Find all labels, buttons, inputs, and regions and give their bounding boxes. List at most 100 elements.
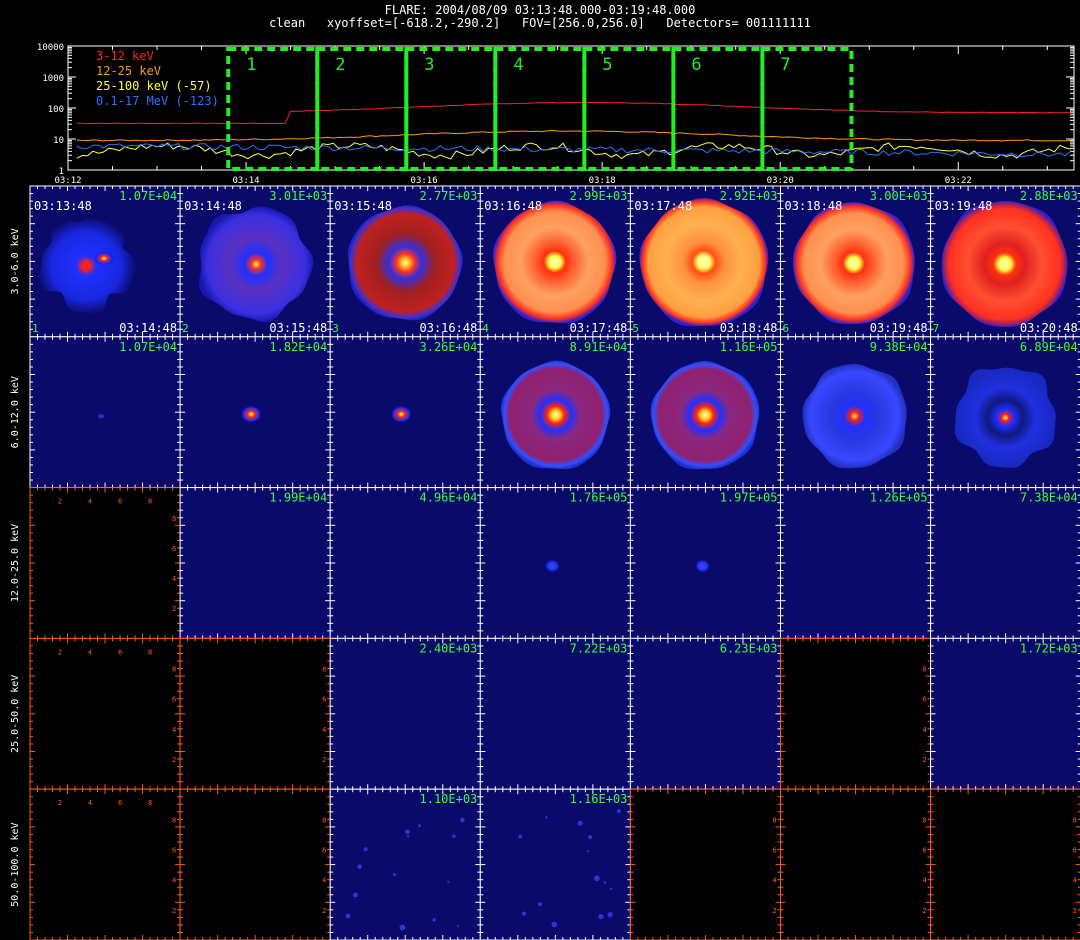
speckle — [363, 847, 368, 852]
speckle — [594, 875, 600, 882]
cell-max-value: 1.16E+03 — [570, 792, 628, 806]
y-tick-label: 10 — [53, 136, 64, 146]
cell-end-time: 03:20:48 — [1020, 321, 1078, 335]
cell-end-time: 03:17:48 — [570, 321, 628, 335]
legend-entry: 25-100 keV (-57) — [96, 79, 212, 93]
x-tick-label: 03:14 — [233, 176, 260, 186]
empty-axis-label: 2 — [172, 907, 176, 915]
speckle — [406, 834, 410, 838]
cell-max-value: 2.77E+03 — [420, 189, 478, 203]
empty-axis-label: 4 — [88, 648, 92, 656]
empty-axis-label: 6 — [172, 847, 176, 855]
speckle — [603, 881, 607, 884]
empty-axis-label: 8 — [148, 498, 152, 506]
empty-axis-label: 4 — [172, 575, 176, 583]
cell-background — [30, 336, 181, 488]
empty-axis-label: 8 — [772, 816, 776, 824]
speckle — [460, 817, 465, 823]
cell-max-value: 3.01E+03 — [269, 189, 327, 203]
x-tick-label: 03:12 — [54, 176, 81, 186]
image-cell: 6.23E+03 — [629, 637, 782, 790]
speckle — [551, 921, 558, 928]
cell-background — [30, 789, 181, 940]
empty-axis-label: 6 — [118, 799, 122, 807]
cell-max-value: 9.38E+04 — [870, 340, 928, 354]
light-curve-plot: 10000 1000 100 10 1 03:12 03:14 03:16 03:18 03:20… — [37, 43, 1075, 186]
image-cell: 2.88E+03 03:19:48 03:20:48 7 — [930, 185, 1080, 338]
image-cell: 1.07E+04 — [29, 336, 181, 489]
legend-entry: 0.1-17 MeV (-123) — [96, 94, 219, 108]
speckle — [405, 829, 410, 835]
empty-axis-label: 4 — [772, 877, 776, 885]
speckle — [522, 911, 526, 916]
cell-max-value: 1.07E+04 — [119, 189, 177, 203]
cell-background — [30, 638, 181, 790]
image-cell: 1.76E+05 — [479, 487, 631, 639]
image-cell: 1.97E+05 — [629, 487, 782, 639]
interval-label: 3 — [424, 55, 434, 75]
cell-background — [180, 638, 331, 790]
interval-label: 1 — [246, 55, 256, 75]
image-cell: 1.72E+03 — [930, 637, 1080, 790]
speckle — [609, 887, 613, 890]
image-cell: 3.26E+04 — [329, 336, 481, 489]
cell-background — [330, 487, 481, 639]
speckle — [538, 902, 542, 907]
image-cell: 2.77E+03 03:15:48 03:16:48 3 — [329, 185, 481, 338]
x-tick-label: 03:18 — [589, 176, 616, 186]
source-image — [390, 405, 413, 424]
cell-max-value: 2.88E+03 — [1020, 189, 1078, 203]
empty-axis-label: 6 — [118, 498, 122, 506]
image-cell: 8.91E+04 — [479, 336, 631, 489]
empty-axis-label: 6 — [922, 696, 926, 704]
speckle — [588, 835, 593, 840]
empty-axis-label: 6 — [322, 696, 326, 704]
cell-background — [630, 638, 781, 790]
cell-max-value: 1.07E+04 — [119, 340, 177, 354]
image-cell: 1.16E+05 — [629, 336, 782, 489]
image-cell: 2 4 6 8 — [179, 788, 331, 940]
empty-axis-label: 2 — [1073, 907, 1077, 915]
empty-axis-label: 8 — [1073, 816, 1077, 824]
empty-axis-label: 6 — [118, 648, 122, 656]
cell-max-value: 7.38E+04 — [1020, 491, 1078, 505]
image-cell: 1.82E+04 — [179, 336, 331, 489]
empty-axis-label: 8 — [922, 666, 926, 674]
image-cell: 7.38E+04 — [930, 487, 1080, 639]
cell-max-value: 1.72E+03 — [1020, 641, 1078, 655]
cell-max-value: 4.96E+04 — [420, 491, 478, 505]
image-cell: 2 4 6 8 — [629, 788, 782, 940]
legend-entry: 12-25 keV — [96, 64, 161, 78]
cell-interval-number: 2 — [182, 322, 189, 335]
cell-background — [30, 487, 181, 639]
x-tick-label: 03:22 — [945, 176, 972, 186]
source-image — [544, 559, 561, 573]
cell-start-time: 03:15:48 — [334, 199, 392, 213]
empty-axis-label: 2 — [922, 756, 926, 764]
empty-axis-label: 6 — [172, 696, 176, 704]
cell-max-value: 1.10E+03 — [420, 792, 478, 806]
cell-end-time: 03:15:48 — [269, 321, 327, 335]
cell-max-value: 8.91E+04 — [570, 340, 628, 354]
image-cell: 2 4 6 8 — [930, 788, 1080, 940]
row-energy-label: 25.0-50.0 keV — [10, 675, 21, 753]
image-cell: 2.40E+03 — [329, 637, 481, 790]
cell-start-time: 03:17:48 — [634, 199, 692, 213]
empty-axis-label: 2 — [58, 498, 62, 506]
cell-background — [780, 789, 931, 940]
empty-axis-label: 4 — [322, 726, 326, 734]
cell-start-time: 03:14:48 — [184, 199, 242, 213]
image-cell: 2 4 6 8 2 4 6 8 — [29, 487, 181, 639]
empty-axis-label: 4 — [322, 877, 326, 885]
image-cell: 1.16E+03 — [479, 788, 631, 940]
empty-axis-label: 8 — [922, 816, 926, 824]
cell-start-time: 03:19:48 — [935, 199, 993, 213]
empty-axis-label: 8 — [172, 666, 176, 674]
image-cell: 1.07E+04 03:13:48 03:14:48 1 — [29, 185, 181, 338]
cell-interval-number: 1 — [32, 322, 39, 335]
row-energy-label: 3.0-6.0 keV — [10, 228, 21, 294]
image-grid: 10000 1000 100 10 1 03:12 03:14 03:16 03:18 03:20… — [10, 43, 1080, 940]
cell-background — [480, 638, 631, 790]
interval-label: 6 — [691, 55, 701, 75]
source-peak — [94, 251, 115, 266]
